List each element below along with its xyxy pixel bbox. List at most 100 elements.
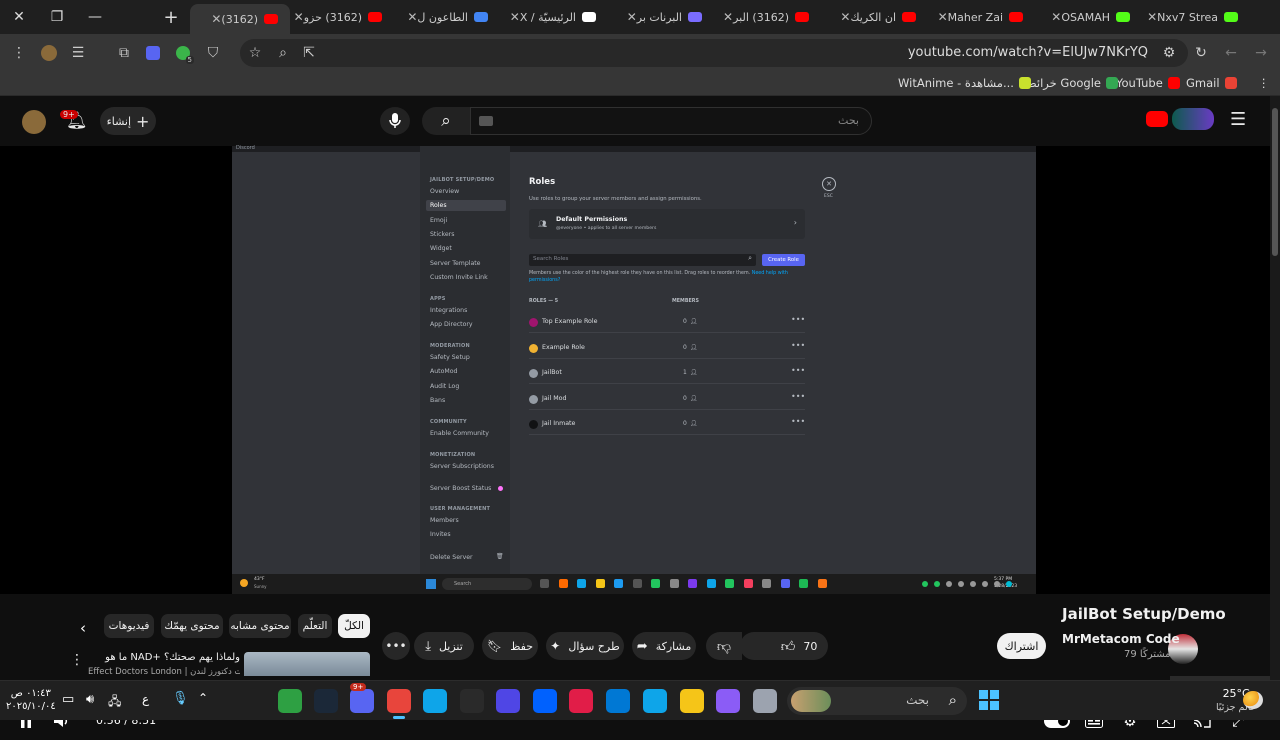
battery-icon[interactable]: ▭ — [62, 692, 74, 707]
settings-nav-item[interactable]: Stickers — [430, 231, 454, 238]
role-row[interactable]: Top Example Role 0 👤︎ ••• — [529, 313, 805, 333]
settings-nav-item[interactable]: Roles — [430, 202, 447, 209]
search-button[interactable]: ⌕ — [422, 107, 470, 135]
bookmark-item[interactable]: WitAnime - مشاهدة... — [898, 76, 1031, 90]
default-permissions-card[interactable]: 👥︎ Default Permissions @everyone • appli… — [529, 209, 805, 239]
settings-nav-item[interactable]: Emoji — [430, 217, 447, 224]
discord-icon[interactable] — [350, 689, 374, 713]
channel-name[interactable]: MrMetacom Code — [1062, 632, 1180, 646]
browser-tab[interactable]: OSAMAH ✕ — [1040, 4, 1142, 30]
taskbar-search[interactable]: بحث ⌕ — [787, 687, 967, 715]
tab-close-icon[interactable]: ✕ — [938, 10, 948, 24]
bookmark-item[interactable]: خرائط Google — [1026, 76, 1118, 90]
extension-badge-icon[interactable]: 5 — [172, 42, 194, 64]
copilot-icon[interactable] — [716, 689, 740, 713]
keyboard-icon[interactable] — [479, 116, 493, 126]
bookmark-item[interactable]: Gmail — [1186, 76, 1237, 90]
tab-close-icon[interactable]: ✕ — [840, 10, 850, 24]
filter-chip[interactable]: محتوى يهمّك — [161, 614, 223, 638]
browser-tab[interactable]: (3162) البر ✕ — [719, 4, 821, 30]
tab-close-icon[interactable]: ✕ — [723, 10, 733, 24]
recommended-channel[interactable]: Effect Doctors London | إفكت دكتورز لندن — [88, 667, 240, 677]
role-more-icon[interactable]: ••• — [791, 392, 805, 401]
speaker-icon[interactable]: 🔊︎ — [86, 692, 94, 707]
tab-close-icon[interactable]: ✕ — [1148, 10, 1157, 24]
download-button[interactable]: ⤓ تنزيل — [414, 632, 474, 660]
tab-close-icon[interactable]: ✕ — [627, 10, 637, 24]
save-button[interactable]: 🔖︎ حفظ — [482, 632, 538, 660]
forward-icon[interactable]: → — [1250, 42, 1272, 64]
voice-search-icon[interactable] — [380, 107, 410, 135]
menu-dots-icon[interactable]: ⋮ — [8, 42, 30, 64]
settings-nav-item[interactable]: Enable Community — [430, 430, 489, 437]
filter-chip[interactable]: فيديوهات — [104, 614, 154, 638]
delete-server[interactable]: Delete Server — [430, 554, 473, 561]
settings-nav-item[interactable]: Server Subscriptions — [430, 463, 494, 470]
tab-close-icon[interactable]: ✕ — [1051, 10, 1061, 24]
more-actions-icon[interactable]: ••• — [382, 632, 410, 660]
recommended-menu-icon[interactable]: ⋮ — [70, 652, 84, 668]
search-input[interactable]: بحث — [470, 107, 872, 135]
settings-nav-item[interactable]: Safety Setup — [430, 354, 470, 361]
close-window-icon[interactable]: ✕ — [0, 0, 38, 34]
tab-close-icon[interactable]: ✕ — [407, 10, 417, 24]
restore-window-icon[interactable]: ❐ — [38, 0, 76, 34]
xbox-icon[interactable] — [278, 689, 302, 713]
hamburger-menu-icon[interactable]: ☰ — [1230, 109, 1246, 130]
edge-icon[interactable] — [423, 689, 447, 713]
dropbox-icon[interactable] — [533, 689, 557, 713]
phone-link-icon[interactable] — [496, 689, 520, 713]
browser-tab[interactable]: الرئيسيّة / X ✕ — [506, 4, 608, 30]
new-tab-icon[interactable]: + — [152, 0, 190, 34]
browser-tab[interactable]: البرنات بر ✕ — [612, 4, 714, 30]
outlook-icon[interactable] — [606, 689, 630, 713]
thumbs-up-icon[interactable]: 👍︎ — [781, 638, 796, 655]
steam-icon[interactable] — [314, 689, 338, 713]
settings-nav-item[interactable]: Invites — [430, 531, 451, 538]
browser-tab[interactable]: Maher Zai ✕ — [933, 4, 1035, 30]
role-row[interactable]: Jail Inmate 0 👤︎ ••• — [529, 415, 805, 435]
office-icon[interactable] — [569, 689, 593, 713]
extension-icon[interactable] — [142, 42, 164, 64]
recommended-thumbnail[interactable] — [244, 652, 370, 676]
minimize-window-icon[interactable]: — — [76, 0, 114, 34]
role-row[interactable]: JailBot 1 👤︎ ••• — [529, 364, 805, 384]
video-player[interactable]: Discord JAILBOT SETUP/DEMO Overview Roles… — [0, 145, 1270, 730]
bookmark-star-icon[interactable]: ☆ — [244, 42, 266, 64]
thumbs-down-icon[interactable]: 👎︎ — [706, 632, 742, 660]
windows-start-icon[interactable] — [979, 690, 999, 710]
microphone-icon[interactable]: 🎙︎ — [172, 691, 189, 706]
settings-nav-item[interactable]: Overview — [430, 188, 459, 195]
bookmark-item[interactable]: YouTube — [1116, 76, 1180, 90]
settings-nav-item[interactable]: Widget — [430, 245, 452, 252]
address-bar[interactable]: ☆ ⌕ ⇱ youtube.com/watch?v=ElUJw7NKrYQ ⚙ — [240, 39, 1188, 67]
reading-list-icon[interactable]: ☰ — [67, 42, 89, 64]
role-more-icon[interactable]: ••• — [791, 417, 805, 426]
youtube-logo-icon[interactable] — [1146, 111, 1168, 127]
settings-nav-item[interactable]: Bans — [430, 397, 445, 404]
account-avatar[interactable] — [22, 110, 46, 134]
role-more-icon[interactable]: ••• — [791, 341, 805, 350]
epic-games-icon[interactable] — [460, 689, 484, 713]
scrollbar-thumb[interactable] — [1272, 108, 1278, 256]
input-language[interactable]: ع — [142, 692, 149, 706]
settings-nav-item[interactable]: App Directory — [430, 321, 473, 328]
all-bookmarks-icon[interactable]: ⋮ — [1258, 76, 1270, 90]
settings-nav-item[interactable]: Audit Log — [430, 383, 459, 390]
extensions-icon[interactable]: ⧉ — [113, 42, 135, 64]
share-button[interactable]: ➦ مشاركة — [632, 632, 696, 660]
tab-close-icon[interactable]: ✕ — [294, 10, 304, 24]
network-icon[interactable]: 🖧︎ — [108, 692, 121, 713]
settings-nav-item[interactable]: Custom Invite Link — [430, 274, 488, 281]
browser-tab[interactable]: ان الكريك ✕ — [826, 4, 928, 30]
subscribe-button[interactable]: اشتراك — [997, 633, 1046, 659]
recommended-title[interactable]: ما هو NAD+ ولماذا يهم صحتك؟ — [88, 652, 240, 663]
tab-close-icon[interactable]: ✕ — [211, 12, 221, 26]
file-explorer-icon[interactable] — [680, 689, 704, 713]
filter-chip[interactable]: الكلّ — [338, 614, 370, 638]
profile-avatar[interactable] — [38, 42, 60, 64]
page-scrollbar[interactable] — [1270, 96, 1280, 680]
install-app-icon[interactable]: ⇱ — [298, 42, 320, 64]
search-roles-input[interactable]: Search Roles ⌕ — [529, 254, 756, 266]
role-more-icon[interactable]: ••• — [791, 315, 805, 324]
